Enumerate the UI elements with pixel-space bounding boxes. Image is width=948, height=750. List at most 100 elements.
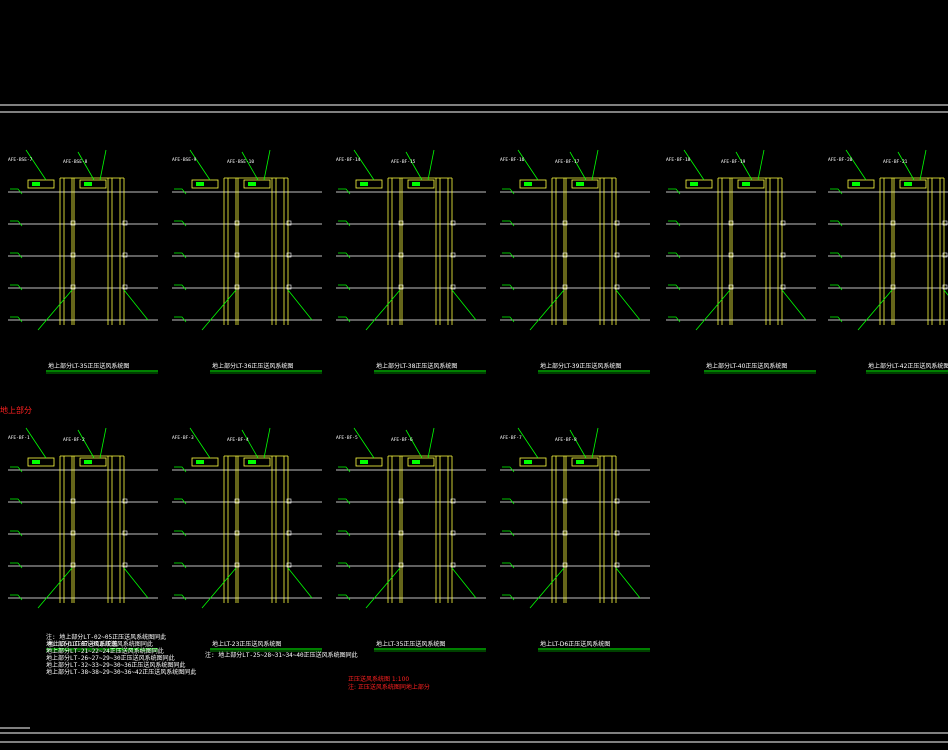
leader-line	[919, 149, 927, 181]
leader-line	[591, 149, 599, 181]
system-diagram: AFE-BSE-7 AFE-BSE-8 地上部分LT-35正压送风系统图	[8, 149, 158, 374]
fan-fill	[524, 182, 532, 186]
leader-line	[189, 427, 211, 459]
level-mark	[174, 284, 187, 291]
level-mark	[10, 466, 23, 473]
system-diagram: AFE-BF-14 AFE-BF-15 地上部分LT-38正压送风系统图	[336, 149, 486, 374]
fan-unit	[191, 457, 219, 467]
fan-fill	[248, 182, 256, 186]
fan-unit	[27, 457, 55, 467]
leader-line	[287, 567, 313, 599]
leader-line	[517, 149, 539, 181]
equipment-tag: AFE-BF-1	[8, 435, 30, 441]
level-mark	[502, 252, 515, 259]
level-mark	[668, 316, 681, 323]
equipment-tag: AFE-BF-16	[500, 157, 525, 163]
leader-line	[241, 151, 259, 181]
fan-unit	[407, 457, 435, 467]
fan-fill	[412, 182, 420, 186]
equipment-tag: AFE-BF-3	[172, 435, 194, 441]
leader-line	[241, 429, 259, 459]
leader-line	[353, 149, 375, 181]
equipment-tag: AFE-BF-5	[336, 435, 358, 441]
system-diagram: AFE-BF-18 AFE-BF-19 地上部分LT-40正压送风系统图	[666, 149, 816, 374]
leader-line	[405, 151, 423, 181]
fan-unit	[243, 457, 271, 467]
leader-line	[123, 567, 149, 599]
leader-line	[845, 149, 867, 181]
fan-unit	[243, 179, 271, 189]
equipment-tag: AFE-BSE-7	[8, 157, 33, 163]
equipment-tag: AFE-BSE-10	[227, 159, 254, 165]
leader-line	[897, 151, 915, 181]
level-mark	[174, 220, 187, 227]
leader-line	[857, 289, 893, 331]
level-mark	[10, 284, 23, 291]
note-line: 地上部分LT-26~27~29~30正压送风系统图同此	[46, 655, 175, 662]
level-mark	[830, 220, 843, 227]
note-line: 地上部分LT-38~38~29~30~36~42正压送风系统图同此	[46, 669, 197, 676]
level-mark	[668, 188, 681, 195]
fan-unit	[737, 179, 765, 189]
leader-line	[353, 427, 375, 459]
leader-line	[123, 289, 149, 321]
air-outlet	[614, 530, 620, 536]
fan-fill	[248, 460, 256, 464]
level-mark	[502, 316, 515, 323]
leader-line	[427, 149, 435, 181]
fan-fill	[84, 460, 92, 464]
fan-fill	[360, 182, 368, 186]
leader-line	[451, 567, 477, 599]
diagram-title: 地上部分LT-40正压送风系统图	[706, 362, 787, 370]
level-mark	[338, 466, 351, 473]
level-mark	[10, 594, 23, 601]
level-mark	[10, 530, 23, 537]
fan-unit	[571, 179, 599, 189]
leader-line	[287, 289, 313, 321]
level-mark	[668, 252, 681, 259]
leader-line	[201, 567, 237, 609]
fan-unit	[519, 179, 547, 189]
leader-line	[569, 429, 587, 459]
leader-line	[405, 429, 423, 459]
diagram-title: 地上部分LT-38正压送风系统图	[376, 362, 457, 370]
fan-fill	[742, 182, 750, 186]
level-mark	[338, 530, 351, 537]
level-mark	[338, 252, 351, 259]
equipment-tag: AFE-BF-19	[721, 159, 746, 165]
level-mark	[10, 498, 23, 505]
level-mark	[174, 498, 187, 505]
system-diagram: AFE-BF-5 AFE-BF-6 地上LT-35正压送风系统图	[336, 427, 486, 652]
level-mark	[174, 316, 187, 323]
level-mark	[174, 594, 187, 601]
level-mark	[830, 316, 843, 323]
level-mark	[174, 562, 187, 569]
level-mark	[174, 530, 187, 537]
fan-fill	[904, 182, 912, 186]
equipment-tag: AFE-BF-2	[63, 437, 85, 443]
leader-line	[529, 289, 565, 331]
notes-left: 注: 地上部分LT-02~05正压送风系统图同此 地上部分LT-07~09正压送…	[46, 634, 196, 676]
diagram-title: 地上LT-23正压送风系统图	[212, 640, 281, 648]
level-mark	[338, 562, 351, 569]
leader-line	[427, 427, 435, 459]
equipment-tag: AFE-BF-20	[828, 157, 853, 163]
level-mark	[668, 284, 681, 291]
equipment-tag: AFE-BF-18	[666, 157, 691, 163]
fan-fill	[690, 182, 698, 186]
fan-fill	[412, 460, 420, 464]
note-line: 地上部分LT-32~33~29~30~36正压送风系统图同此	[46, 662, 186, 669]
leader-line	[517, 427, 539, 459]
level-mark	[830, 188, 843, 195]
fan-fill	[32, 182, 40, 186]
air-outlet	[562, 530, 568, 536]
equipment-tag: AFE-BF-21	[883, 159, 908, 165]
level-mark	[338, 594, 351, 601]
fan-unit	[355, 457, 383, 467]
leader-line	[189, 149, 211, 181]
fan-unit	[407, 179, 435, 189]
fan-unit	[685, 179, 713, 189]
leader-line	[99, 149, 107, 181]
diagram-title: 地上部分LT-39正压送风系统图	[540, 362, 621, 370]
equipment-tag: AFE-BSE-9	[172, 157, 197, 163]
